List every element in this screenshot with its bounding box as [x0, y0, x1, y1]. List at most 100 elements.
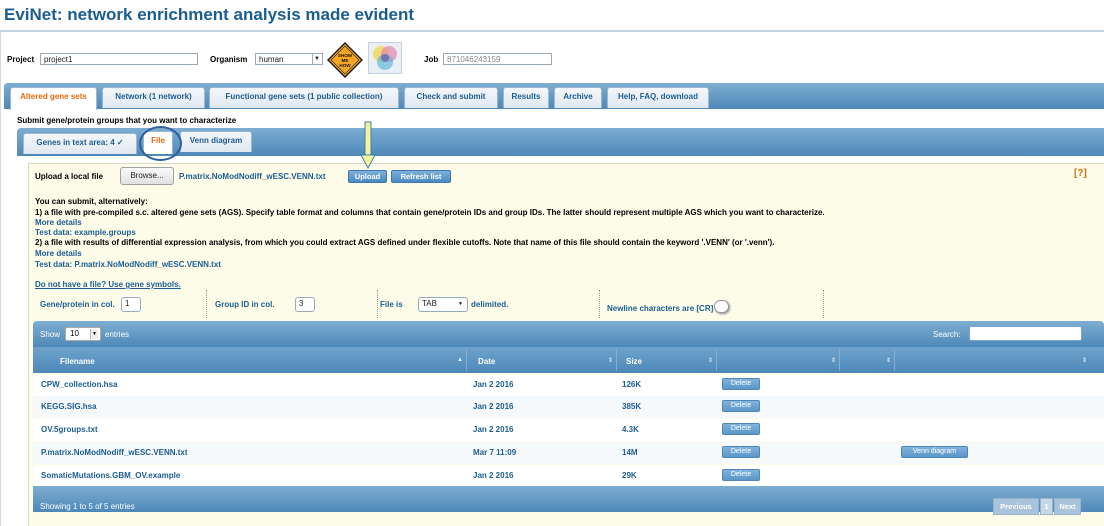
organism-value: human [259, 55, 284, 64]
options-divider [599, 290, 600, 318]
venn-diagram-button[interactable]: Venn diagram [901, 446, 968, 458]
entries-label: entries [105, 330, 130, 339]
sort-icon: ⇕ [708, 358, 714, 364]
chevron-down-icon: ▼ [458, 301, 463, 307]
group-col-label: Group ID in col. [215, 300, 275, 309]
arrow-annotation-icon [361, 121, 375, 169]
cell-date: Jan 2 2016 [473, 402, 514, 411]
delete-button[interactable]: Delete [722, 400, 760, 412]
info-line-2: 1) a file with pre-compiled s.c. altered… [35, 208, 825, 217]
project-input[interactable]: project1 [40, 53, 198, 65]
table-footer [33, 486, 1104, 512]
tab-functional-gene-sets[interactable]: Functional gene sets (1 public collectio… [209, 87, 399, 108]
show-me-how-icon[interactable]: SHOW ME HOW [327, 42, 363, 78]
selected-filename: P.matrix.NoModNodiff_wESC.VENN.txt [179, 172, 326, 181]
subtab-venn-diagram[interactable]: Venn diagram [180, 131, 252, 152]
submit-title: Submit gene/protein groups that you want… [17, 116, 237, 125]
delete-button[interactable]: Delete [722, 469, 760, 481]
options-divider [206, 290, 207, 318]
table-info: Showing 1 to 5 of 5 entries [40, 502, 135, 511]
column-size[interactable]: Size [626, 357, 642, 366]
sort-icon: ⇕ [608, 358, 614, 364]
app-title: EviNet: network enrichment analysis made… [4, 5, 415, 24]
tab-altered-gene-sets[interactable]: Altered gene sets [10, 87, 97, 110]
subtab-genes-in-text-area[interactable]: Genes in text area: 4 ✓ [23, 133, 137, 154]
sort-asc-icon: ▲ [457, 357, 463, 363]
help-link[interactable]: [?] [1074, 168, 1087, 179]
left-edge [0, 32, 1, 526]
test-data-link-1[interactable]: Test data: example.groups [35, 228, 136, 237]
previous-button[interactable]: Previous [993, 498, 1039, 515]
table-row[interactable]: OV.5groups.txt Jan 2 2016 4.3K Delete [33, 419, 1104, 441]
info-line-3: 2) a file with results of differential e… [35, 238, 775, 247]
table-row[interactable]: SomaticMutations.GBM_OV.example Jan 2 20… [33, 465, 1104, 487]
newline-label: Newline characters are [CR] [607, 304, 714, 313]
cell-filename[interactable]: CPW_collection.hsa [41, 380, 117, 389]
search-label: Search: [933, 330, 961, 339]
use-gene-symbols-link[interactable]: Do not have a file? Use gene symbols. [35, 280, 181, 289]
tab-network[interactable]: Network (1 network) [102, 87, 205, 108]
tab-results[interactable]: Results [503, 87, 549, 108]
delete-button[interactable]: Delete [722, 378, 760, 390]
next-button[interactable]: Next [1054, 498, 1081, 515]
page-1-button[interactable]: 1 [1040, 498, 1053, 515]
table-row[interactable]: P.matrix.NoModNodiff_wESC.VENN.txt Mar 7… [33, 442, 1104, 464]
upload-button[interactable]: Upload [348, 170, 387, 183]
cell-filename[interactable]: OV.5groups.txt [41, 425, 98, 434]
organism-select[interactable]: human ▼ [255, 53, 323, 65]
entries-select[interactable]: 10 ▼ [65, 327, 101, 341]
newline-toggle[interactable] [714, 300, 729, 313]
upload-label: Upload a local file [35, 172, 104, 181]
delimited-label: delimited. [471, 300, 509, 309]
cell-filename[interactable]: SomaticMutations.GBM_OV.example [41, 471, 180, 480]
project-label: Project [7, 55, 35, 64]
column-divider [466, 349, 467, 371]
sort-icon: ⇕ [1082, 358, 1088, 364]
cell-size: 29K [622, 471, 637, 480]
options-divider [823, 290, 824, 318]
more-details-link-2[interactable]: More details [35, 249, 82, 258]
group-col-input[interactable]: 3 [295, 297, 315, 312]
tab-help[interactable]: Help, FAQ, download [607, 87, 709, 108]
gene-col-input[interactable]: 1 [121, 297, 141, 312]
sort-icon: ⇕ [886, 358, 892, 364]
cell-date: Jan 2 2016 [473, 380, 514, 389]
table-column-header [33, 347, 1104, 373]
organism-label: Organism [210, 55, 248, 64]
tab-archive[interactable]: Archive [554, 87, 602, 108]
cell-size: 14M [622, 448, 638, 457]
delimiter-select[interactable]: TAB ▼ [418, 297, 468, 312]
column-filename[interactable]: Filename [60, 357, 95, 366]
top-divider [0, 30, 1104, 32]
delete-button[interactable]: Delete [722, 446, 760, 458]
cell-filename[interactable]: P.matrix.NoModNodiff_wESC.VENN.txt [41, 448, 188, 457]
search-input[interactable] [969, 326, 1082, 341]
job-input[interactable]: 871046243159 [443, 53, 552, 65]
delete-button[interactable]: Delete [722, 423, 760, 435]
cell-filename[interactable]: KEGG.SIG.hsa [41, 402, 97, 411]
cell-size: 385K [622, 402, 642, 411]
svg-text:HOW: HOW [339, 63, 351, 68]
show-label: Show [40, 330, 61, 339]
more-details-link-1[interactable]: More details [35, 218, 82, 227]
browse-button[interactable]: Browse... [120, 167, 174, 185]
column-divider [839, 349, 840, 371]
test-data-link-2[interactable]: Test data: P.matrix.NoModNodiff_wESC.VEN… [35, 260, 221, 269]
table-row[interactable]: CPW_collection.hsa Jan 2 2016 126K Delet… [33, 374, 1104, 396]
column-divider [716, 349, 717, 371]
table-row[interactable]: KEGG.SIG.hsa Jan 2 2016 385K Delete [33, 396, 1104, 418]
options-divider [377, 290, 378, 318]
cell-date: Jan 2 2016 [473, 471, 514, 480]
cell-size: 126K [622, 380, 642, 389]
delimiter-value: TAB [422, 299, 437, 308]
column-date[interactable]: Date [478, 357, 495, 366]
refresh-list-button[interactable]: Refresh list [391, 170, 451, 183]
venn-logo-icon[interactable] [368, 42, 402, 74]
chevron-down-icon: ▼ [312, 54, 321, 64]
cell-size: 4.3K [622, 425, 639, 434]
sort-icon: ⇕ [831, 358, 837, 364]
chevron-down-icon: ▼ [90, 329, 98, 339]
cell-date: Mar 7 11:09 [473, 448, 517, 457]
entries-value: 10 [70, 329, 79, 338]
tab-check-and-submit[interactable]: Check and submit [404, 87, 498, 108]
